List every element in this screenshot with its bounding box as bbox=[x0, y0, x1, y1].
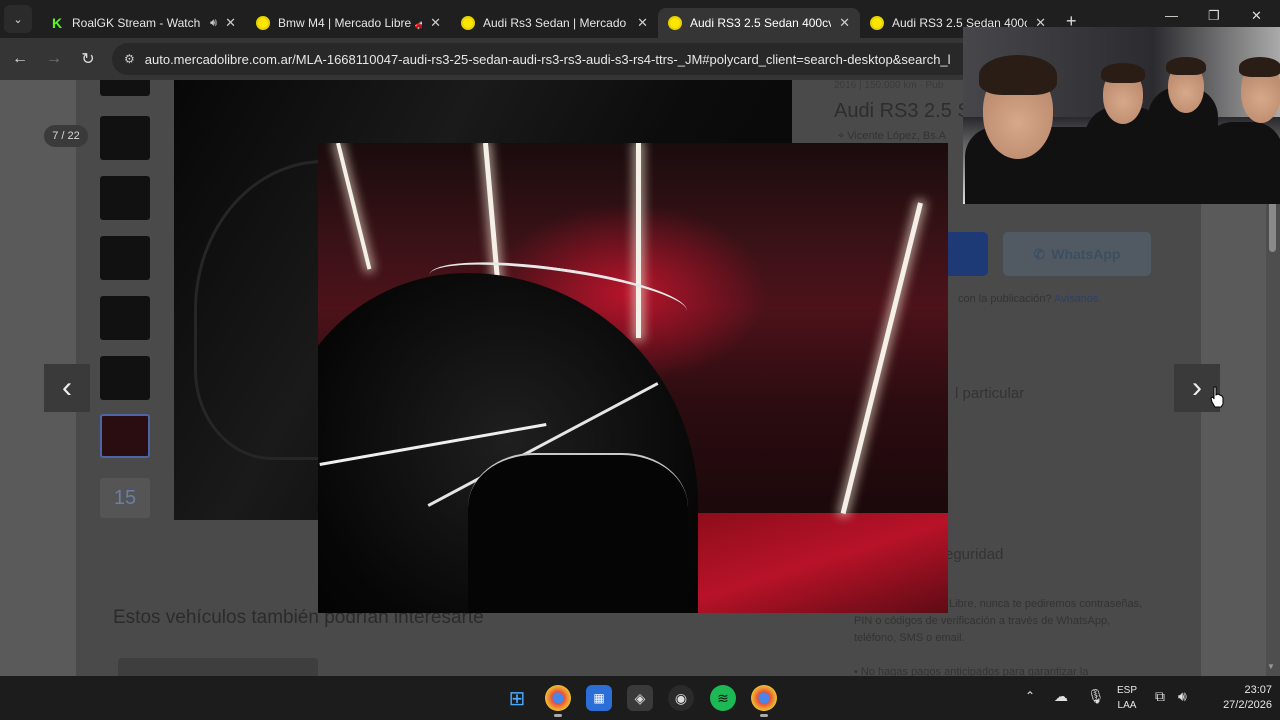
report-link[interactable]: Avisanos. bbox=[1054, 293, 1102, 305]
back-icon[interactable]: ← bbox=[3, 50, 37, 68]
tab-title: Audi RS3 2.5 Sedan 400cv | bbox=[690, 16, 832, 30]
minimize-icon[interactable]: — bbox=[1165, 8, 1178, 23]
close-icon[interactable]: ✕ bbox=[839, 15, 850, 31]
microphone-icon[interactable]: 🎙︎ bbox=[1087, 688, 1105, 705]
tab-audi-rs3-active[interactable]: Audi RS3 2.5 Sedan 400cv | ✕ bbox=[658, 8, 860, 38]
lang-line1: ESP bbox=[1116, 685, 1137, 696]
light-strip bbox=[336, 143, 372, 270]
tab-title: RoalGK Stream - Watch bbox=[72, 16, 201, 30]
kick-icon: K bbox=[51, 15, 63, 31]
gallery-thumbnail[interactable] bbox=[100, 356, 150, 400]
screen: ⌄ K RoalGK Stream - Watch 🔊︎ ✕ Bmw M4 | … bbox=[0, 0, 1280, 720]
light-strip bbox=[840, 202, 923, 515]
tab-bmw-m4[interactable]: Bmw M4 | Mercado Libre 🚗 ✕ bbox=[246, 8, 451, 38]
whatsapp-button[interactable]: ✆ WhatsApp bbox=[1003, 232, 1151, 276]
forward-icon[interactable]: → bbox=[37, 50, 71, 68]
lang-line2: LAA bbox=[1117, 700, 1137, 711]
tab-title: Audi Rs3 Sedan | Mercado L bbox=[483, 16, 630, 30]
windows-taskbar: ⊞ ▦ ◈ ◉ ≋ ⌃ ☁ 🎙︎ ESP LAA ⧉ 🔊︎ 23:07 27/2… bbox=[0, 676, 1280, 720]
gallery-counter: 7 / 22 bbox=[44, 125, 88, 147]
cloud-icon[interactable]: ☁ bbox=[1054, 688, 1068, 705]
microsoft-store-icon[interactable]: ▦ bbox=[586, 685, 612, 711]
reload-icon[interactable]: ↻ bbox=[71, 49, 105, 69]
url-text: auto.mercadolibre.com.ar/MLA-1668110047-… bbox=[144, 51, 951, 67]
whatsapp-label: WhatsApp bbox=[1051, 246, 1121, 262]
chrome-icon[interactable] bbox=[751, 685, 777, 717]
scrollbar-thumb[interactable] bbox=[1269, 200, 1276, 252]
tab-search-button[interactable]: ⌄ bbox=[4, 5, 32, 33]
site-info-icon[interactable]: ⚙ bbox=[124, 52, 135, 66]
spotify-icon[interactable]: ≋ bbox=[710, 685, 736, 711]
gallery-thumbnail[interactable] bbox=[100, 116, 150, 160]
mercadolibre-icon bbox=[256, 16, 270, 30]
gallery-thumbnail[interactable] bbox=[100, 80, 150, 96]
lightbox-prev-button[interactable]: ‹ bbox=[44, 364, 90, 412]
lightbox-photo[interactable] bbox=[318, 143, 948, 613]
clock-date: 27/2/2026 bbox=[1223, 699, 1272, 711]
volume-icon[interactable]: 🔊︎ bbox=[1178, 688, 1187, 705]
chevron-up-icon[interactable]: ⌃ bbox=[1025, 689, 1035, 703]
webcam-overlay bbox=[963, 27, 1280, 204]
tab-kick-stream[interactable]: K RoalGK Stream - Watch 🔊︎ ✕ bbox=[40, 8, 246, 38]
close-icon[interactable]: ✕ bbox=[637, 15, 648, 31]
gallery-thumbnail[interactable] bbox=[100, 176, 150, 220]
tab-title: Bmw M4 | Mercado Libre 🚗 bbox=[278, 16, 423, 30]
car-lower-body bbox=[468, 453, 688, 613]
report-question: con la publicación? Avisanos. bbox=[958, 293, 1102, 305]
security-bullet: • No hagas pagos anticipados para garant… bbox=[854, 666, 1089, 676]
hand-cursor-icon bbox=[1210, 386, 1224, 408]
contact-button[interactable] bbox=[943, 232, 988, 276]
gallery-thumbnail[interactable] bbox=[100, 296, 150, 340]
related-card[interactable] bbox=[118, 658, 318, 676]
input-language[interactable]: ESP LAA bbox=[1112, 683, 1142, 713]
address-bar[interactable]: ⚙ auto.mercadolibre.com.ar/MLA-166811004… bbox=[112, 43, 982, 75]
whatsapp-icon: ✆ bbox=[1033, 245, 1046, 262]
system-clock[interactable]: 23:07 27/2/2026 bbox=[1200, 683, 1272, 713]
report-text: con la publicación? bbox=[958, 293, 1052, 305]
scroll-down-icon[interactable]: ▼ bbox=[1267, 662, 1275, 671]
close-icon[interactable]: ✕ bbox=[225, 15, 236, 31]
clock-time: 23:07 bbox=[1244, 684, 1272, 696]
listing-meta: 2016 | 150.000 km · Pub bbox=[834, 80, 944, 91]
security-bullet-text: No hagas pagos anticipados para garantiz… bbox=[860, 666, 1089, 676]
restore-icon[interactable]: ❐ bbox=[1208, 8, 1220, 24]
obs-icon[interactable]: ◉ bbox=[668, 685, 694, 711]
tab-audi-rs3-sedan[interactable]: Audi Rs3 Sedan | Mercado L ✕ bbox=[451, 8, 658, 38]
close-icon[interactable]: ✕ bbox=[430, 15, 441, 31]
mercadolibre-icon bbox=[668, 16, 682, 30]
mercadolibre-icon bbox=[461, 16, 475, 30]
location-text: Vicente López, Bs.A bbox=[847, 130, 947, 142]
app-cube-icon[interactable]: ◈ bbox=[627, 685, 653, 711]
gallery-more-count[interactable]: 15 bbox=[100, 478, 150, 518]
chrome-icon[interactable] bbox=[545, 685, 571, 717]
security-heading: eguridad bbox=[945, 546, 1004, 563]
speaker-icon[interactable]: 🔊︎ bbox=[210, 17, 217, 30]
chevron-right-icon: › bbox=[1192, 371, 1202, 404]
location-pin-icon: ⌖ bbox=[838, 130, 848, 142]
windows-start-icon[interactable]: ⊞ bbox=[504, 685, 530, 711]
mercadolibre-icon bbox=[870, 16, 884, 30]
chevron-left-icon: ‹ bbox=[62, 371, 72, 404]
gallery-thumbnail[interactable] bbox=[100, 236, 150, 280]
gallery-thumbnail-selected[interactable] bbox=[100, 414, 150, 458]
seller-type: l particular bbox=[955, 385, 1025, 402]
listing-title: Audi RS3 2.5 S bbox=[834, 100, 971, 122]
network-icon[interactable]: ⧉ bbox=[1155, 688, 1165, 705]
close-window-icon[interactable]: ✕ bbox=[1251, 8, 1262, 24]
listing-location: ⌖ Vicente López, Bs.A bbox=[838, 130, 946, 143]
